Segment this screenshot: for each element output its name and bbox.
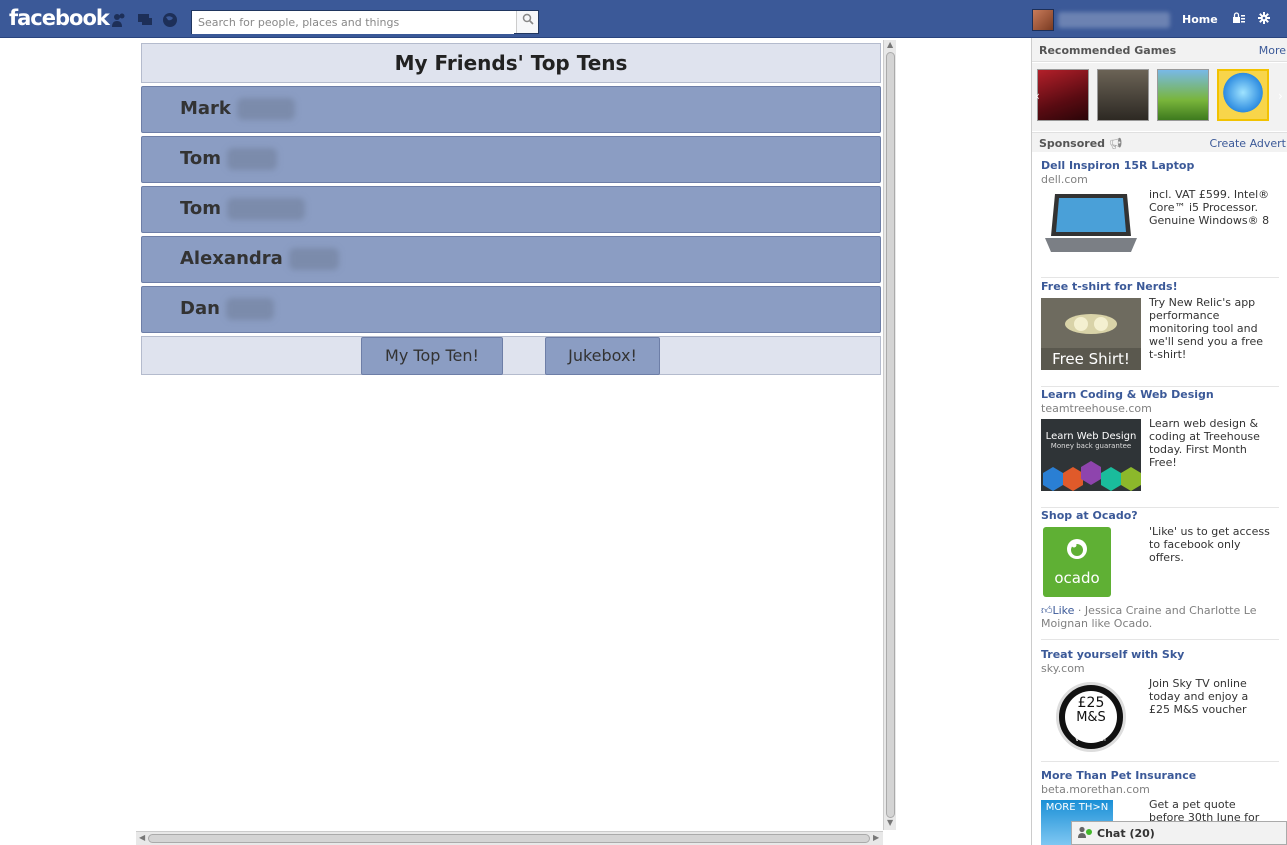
home-link[interactable]: Home <box>1182 13 1218 26</box>
friend-row[interactable]: Dan <box>141 286 881 333</box>
horizontal-scrollbar[interactable]: ◀ ▶ <box>136 831 883 845</box>
ad-title[interactable]: Treat yourself with Sky <box>1041 648 1279 662</box>
privacy-shortcuts-icon[interactable] <box>1233 12 1246 27</box>
messages-icon[interactable] <box>137 12 153 28</box>
vertical-scrollbar[interactable]: ▲ ▼ <box>883 40 896 830</box>
game-thumbnail-bejeweled[interactable] <box>1217 69 1269 121</box>
search-button[interactable] <box>516 11 538 33</box>
friend-row[interactable]: Alexandra <box>141 236 881 283</box>
ad-dell[interactable]: Dell Inspiron 15R Laptop dell.com incl. … <box>1041 159 1279 252</box>
profile-name-redacted[interactable] <box>1058 12 1170 28</box>
right-column: Recommended Games More ‹ › Sponsored 📢︎ … <box>1031 38 1287 845</box>
ad-title[interactable]: Learn Coding & Web Design <box>1041 388 1279 402</box>
scroll-down-arrow-icon[interactable]: ▼ <box>887 818 893 827</box>
ad-ocado[interactable]: Shop at Ocado? ocado 'Like' us to get ac… <box>1041 509 1279 630</box>
redacted-surname <box>225 298 274 320</box>
redacted-surname <box>227 198 306 220</box>
friend-name: Alexandra <box>180 248 283 269</box>
ad-url: teamtreehouse.com <box>1041 402 1152 415</box>
game-thumbnail-farmville-2[interactable] <box>1157 69 1209 121</box>
redacted-surname <box>288 248 339 270</box>
ad-title[interactable]: Shop at Ocado? <box>1041 509 1279 523</box>
game-thumbnail-zynga-poker[interactable] <box>1037 69 1089 121</box>
ad-image-ocado-logo[interactable]: ocado <box>1043 527 1111 597</box>
chat-tab[interactable]: Chat (20) <box>1071 821 1287 845</box>
ad-divider <box>1041 761 1279 762</box>
top-tens-app: My Friends' Top Tens Mark Tom Tom Alexan… <box>141 43 881 375</box>
ad-body: Learn web design & coding at Treehouse t… <box>1149 417 1260 469</box>
carousel-next-icon[interactable]: › <box>1278 89 1283 103</box>
friend-name: Tom <box>180 198 222 219</box>
friend-row[interactable]: Mark <box>141 86 881 133</box>
recommended-games-header: Recommended Games More <box>1032 38 1287 62</box>
ad-title[interactable]: Free t-shirt for Nerds! <box>1041 280 1279 294</box>
chat-status-icon <box>1078 826 1092 841</box>
facebook-logo[interactable]: facebook <box>9 6 110 30</box>
notifications-icon[interactable] <box>162 12 178 28</box>
scroll-left-arrow-icon[interactable]: ◀ <box>139 833 145 842</box>
friend-requests-icon[interactable] <box>111 12 127 28</box>
settings-gear-icon[interactable] <box>1258 12 1270 27</box>
games-more-link[interactable]: More <box>1259 44 1286 57</box>
ad-like-link[interactable]: Like <box>1053 604 1075 617</box>
ad-image-tshirt[interactable]: Free Shirt! <box>1041 298 1141 370</box>
chat-label: Chat <box>1097 827 1126 840</box>
carousel-prev-icon[interactable]: ‹ <box>1035 89 1040 103</box>
friend-row[interactable]: Tom <box>141 186 881 233</box>
ad-sky[interactable]: Treat yourself with Sky sky.com £25 M&S … <box>1041 648 1279 752</box>
megaphone-icon: 📢︎ <box>1108 137 1123 150</box>
thumbs-up-icon[interactable]: 👍︎ <box>1041 604 1053 617</box>
create-advert-link[interactable]: Create Advert <box>1210 137 1286 150</box>
ad-body: incl. VAT £599. Intel® Core™ i5 Processo… <box>1149 188 1270 227</box>
sponsored-header: Sponsored 📢︎ Create Advert <box>1032 132 1287 152</box>
search-input[interactable] <box>192 11 514 34</box>
top-navigation-bar: facebook Home <box>0 0 1287 38</box>
sponsored-title: Sponsored 📢︎ <box>1039 137 1123 150</box>
recommended-games-title: Recommended Games <box>1039 44 1177 57</box>
friend-name: Dan <box>180 298 220 319</box>
ad-treehouse[interactable]: Learn Coding & Web Design teamtreehouse.… <box>1041 388 1279 491</box>
ad-body: Join Sky TV online today and enjoy a £25… <box>1149 677 1249 716</box>
game-thumbnail-game-of-thrones[interactable] <box>1097 69 1149 121</box>
ad-more-than[interactable]: More Than Pet Insurance beta.morethan.co… <box>1041 769 1279 845</box>
ad-divider <box>1041 639 1279 640</box>
ad-url: beta.morethan.com <box>1041 783 1150 796</box>
scroll-up-arrow-icon[interactable]: ▲ <box>887 40 893 49</box>
ad-image-laptop[interactable] <box>1041 190 1141 256</box>
redacted-surname <box>236 98 295 120</box>
games-carousel: ‹ › <box>1032 63 1287 131</box>
profile-avatar[interactable] <box>1032 9 1054 31</box>
search-icon <box>522 13 534 25</box>
ad-social-context: 👍︎Like · Jessica Craine and Charlotte Le… <box>1041 604 1257 630</box>
scroll-right-arrow-icon[interactable]: ▶ <box>873 833 879 842</box>
ad-image-voucher[interactable]: £25 M&S voucher <box>1056 682 1126 752</box>
app-title: My Friends' Top Tens <box>141 43 881 83</box>
ad-image-caption: Free Shirt! <box>1041 348 1141 370</box>
ad-divider <box>1041 507 1279 508</box>
friend-name: Mark <box>180 98 231 119</box>
friend-row[interactable]: Tom <box>141 136 881 183</box>
ad-image-learn-web-design[interactable]: Learn Web Design Money back guarantee <box>1041 419 1141 491</box>
ad-divider <box>1041 277 1279 278</box>
ad-url: sky.com <box>1041 662 1085 675</box>
ad-divider <box>1041 386 1279 387</box>
my-top-ten-button[interactable]: My Top Ten! <box>361 337 503 375</box>
ad-title[interactable]: Dell Inspiron 15R Laptop <box>1041 159 1279 173</box>
ad-title[interactable]: More Than Pet Insurance <box>1041 769 1279 783</box>
ad-body: Try New Relic's app performance monitori… <box>1149 296 1263 361</box>
friend-name: Tom <box>180 148 222 169</box>
chat-online-count: (20) <box>1129 827 1155 840</box>
horizontal-scroll-thumb[interactable] <box>148 834 870 843</box>
vertical-scroll-thumb[interactable] <box>886 52 895 818</box>
ad-body: 'Like' us to get access to facebook only… <box>1149 525 1270 564</box>
ad-url: dell.com <box>1041 173 1088 186</box>
jukebox-button[interactable]: Jukebox! <box>545 337 660 375</box>
redacted-surname <box>227 148 278 170</box>
ad-new-relic[interactable]: Free t-shirt for Nerds! Free Shirt! Try … <box>1041 280 1279 370</box>
search-box <box>191 10 539 34</box>
app-button-bar: My Top Ten! Jukebox! <box>141 336 881 375</box>
